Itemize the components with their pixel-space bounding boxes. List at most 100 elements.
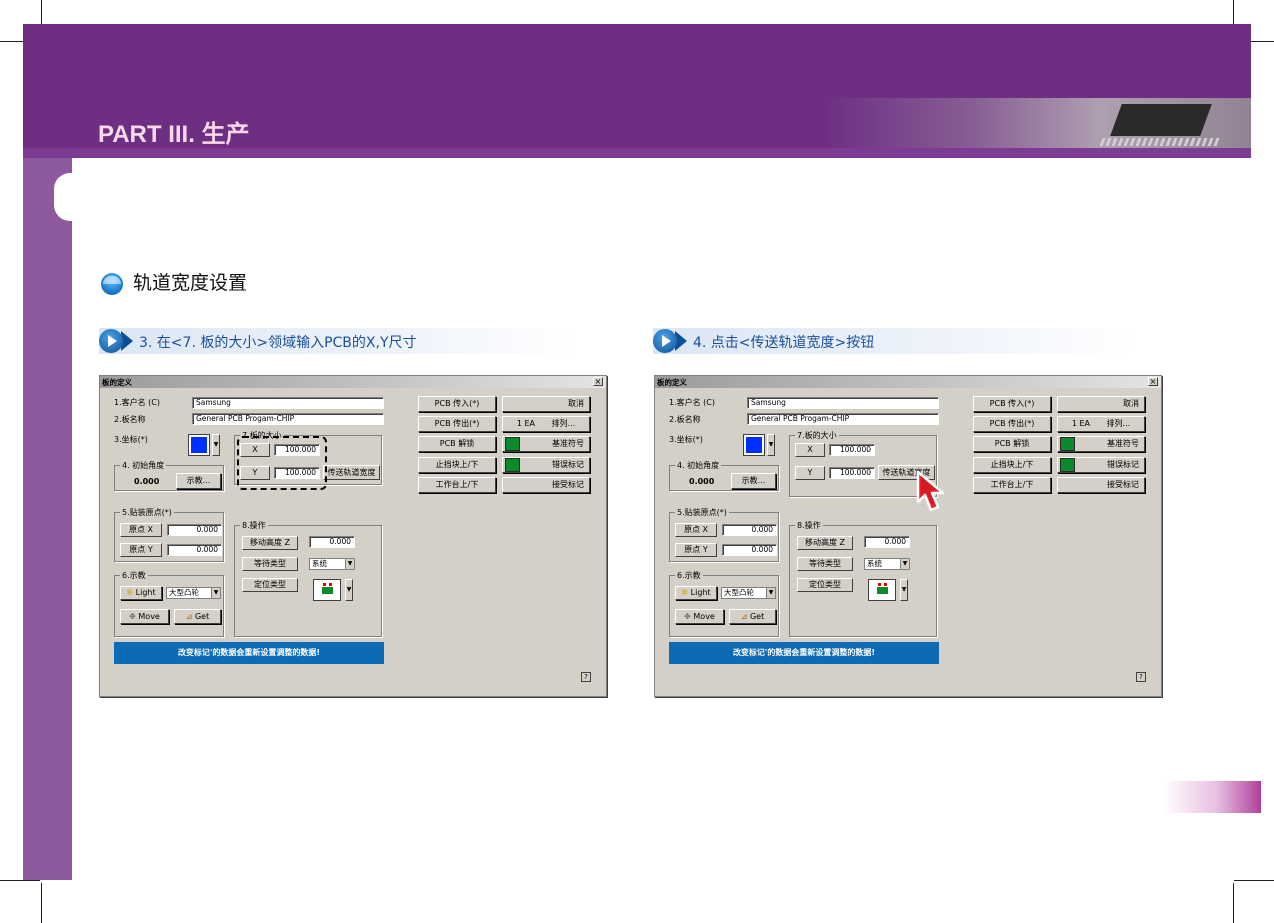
y-button[interactable]: Y [795, 466, 825, 480]
move-height-z-button[interactable]: 移动高度 Z [242, 536, 298, 550]
bad-mark-green-icon [505, 458, 520, 472]
origin-x-field[interactable]: 0.000 [167, 524, 222, 536]
teach-label: 6.示教 [120, 570, 148, 581]
move-height-z-field[interactable]: 0.000 [309, 536, 355, 548]
bad-mark-button[interactable]: 错误标记 [502, 457, 590, 473]
pcb-in-button[interactable]: PCB 传入(*) [418, 396, 496, 412]
locate-dropdown-button[interactable]: ▼ [900, 579, 908, 601]
locate-dropdown-button[interactable]: ▼ [345, 579, 353, 601]
operation-label: 8.操作 [795, 520, 823, 531]
cancel-button[interactable]: 取消 [1057, 396, 1145, 412]
pcb-out-button[interactable]: PCB 传出(*) [973, 416, 1051, 432]
x-button[interactable]: X [795, 443, 825, 457]
crop-mark [1233, 883, 1234, 923]
teach-group: 6.示教 [114, 570, 224, 637]
help-button[interactable]: ? [581, 672, 591, 682]
step-label: 3. 在<7. 板的大小>领域输入PCB的X,Y尺寸 [139, 335, 417, 351]
locate-type-button[interactable]: 定位类型 [242, 578, 298, 592]
customer-label: 1.客户名 (C) [669, 398, 716, 407]
wait-type-select[interactable]: 系统 ▼ [309, 558, 355, 570]
stopper-button[interactable]: 止挡块上/下 [973, 457, 1051, 473]
origin-y-field[interactable]: 0.000 [722, 544, 777, 556]
init-angle-value: 0.000 [134, 477, 160, 486]
stopper-button[interactable]: 止挡块上/下 [418, 457, 496, 473]
locate-type-icon[interactable] [313, 579, 341, 601]
light-type-select[interactable]: 大型凸轮 ▼ [166, 587, 221, 599]
coord-dropdown-button[interactable]: ▼ [212, 434, 220, 456]
pcb-in-button[interactable]: PCB 传入(*) [973, 396, 1051, 412]
locate-type-button[interactable]: 定位类型 [797, 578, 853, 592]
fiducial-btn-label: 基准符号 [552, 439, 584, 448]
teach-angle-button[interactable]: 示教... [731, 473, 776, 489]
pcb-unlock-button[interactable]: PCB 解锁 [973, 436, 1051, 452]
coord-label: 3.坐标(*) [669, 435, 703, 444]
pcb-unlock-button[interactable]: PCB 解锁 [418, 436, 496, 452]
move-height-z-field[interactable]: 0.000 [864, 536, 910, 548]
side-bar [23, 158, 72, 880]
origin-y-button[interactable]: 原点 Y [120, 543, 162, 557]
fiducial-btn-label: 基准符号 [1107, 439, 1139, 448]
array-label: 排列... [551, 419, 576, 428]
get-label: Get [749, 612, 765, 621]
table-button[interactable]: 工作台上/下 [418, 477, 496, 493]
origin-x-button[interactable]: 原点 X [120, 523, 162, 537]
locate-type-icon[interactable] [868, 579, 896, 601]
chart-icon: ⊿ [185, 612, 193, 621]
array-button[interactable]: 1 EA 排列... [502, 416, 590, 432]
close-button[interactable]: × [593, 377, 603, 386]
help-button[interactable]: ? [1136, 672, 1146, 682]
chart-icon: ⊿ [740, 612, 748, 621]
move-button[interactable]: ✥ Move [675, 609, 724, 624]
accept-mark-button[interactable]: 接受标记 [1057, 477, 1145, 493]
light-button[interactable]: ✲ Light [675, 586, 717, 600]
table-button[interactable]: 工作台上/下 [973, 477, 1051, 493]
light-type-value: 大型凸轮 [724, 588, 754, 597]
crop-mark [41, 883, 42, 923]
wait-type-select[interactable]: 系统 ▼ [864, 558, 910, 570]
light-type-select[interactable]: 大型凸轮 ▼ [721, 587, 776, 599]
fiducial-button[interactable]: 基准符号 [1057, 436, 1145, 452]
board-name-field[interactable]: General PCB Progam-CHIP [747, 413, 939, 425]
origin-x-field[interactable]: 0.000 [722, 524, 777, 536]
close-button[interactable]: × [1148, 377, 1158, 386]
light-label: Light [690, 588, 711, 597]
array-count: 1 EA [516, 419, 535, 428]
board-name-field[interactable]: General PCB Progam-CHIP [192, 413, 384, 425]
chevron-down-icon: ▼ [211, 588, 220, 598]
cancel-button[interactable]: 取消 [502, 396, 590, 412]
bad-mark-button[interactable]: 错误标记 [1057, 457, 1145, 473]
light-label: Light [135, 588, 156, 597]
light-button[interactable]: ✲ Light [120, 586, 162, 600]
coordinate-icon[interactable] [188, 434, 210, 456]
move-height-z-button[interactable]: 移动高度 Z [797, 536, 853, 550]
conveyor-width-button[interactable]: 传送轨道宽度 [323, 465, 380, 480]
wait-type-button[interactable]: 等待类型 [242, 557, 298, 571]
coordinate-icon[interactable] [743, 434, 765, 456]
move-label: Move [693, 612, 715, 621]
get-button[interactable]: ⊿ Get [174, 609, 221, 624]
size-x-field[interactable]: 100.000 [829, 444, 875, 456]
array-count: 1 EA [1071, 419, 1090, 428]
customer-field[interactable]: Samsung [747, 397, 939, 409]
wait-type-button[interactable]: 等待类型 [797, 557, 853, 571]
step-banner-4: 4. 点击<传送轨道宽度>按钮 [653, 328, 1133, 354]
get-label: Get [194, 612, 210, 621]
origin-y-field[interactable]: 0.000 [167, 544, 222, 556]
move-button[interactable]: ✥ Move [120, 609, 169, 624]
teach-angle-button[interactable]: 示教... [176, 473, 221, 489]
section-title: 轨道宽度设置 [133, 272, 248, 294]
pcb-out-button[interactable]: PCB 传出(*) [418, 416, 496, 432]
get-button[interactable]: ⊿ Get [729, 609, 776, 624]
fiducial-green-icon [1060, 437, 1075, 451]
accept-mark-button[interactable]: 接受标记 [502, 477, 590, 493]
origin-x-button[interactable]: 原点 X [675, 523, 717, 537]
fiducial-button[interactable]: 基准符号 [502, 436, 590, 452]
coord-dropdown-button[interactable]: ▼ [767, 434, 775, 456]
fiducial-label: 5.贴装原点(*) [675, 507, 729, 518]
dialog-title: 板的定义 [657, 378, 687, 387]
array-button[interactable]: 1 EA 排列... [1057, 416, 1145, 432]
origin-y-button[interactable]: 原点 Y [675, 543, 717, 557]
size-y-field[interactable]: 100.000 [829, 467, 875, 479]
move-label: Move [138, 612, 160, 621]
customer-field[interactable]: Samsung [192, 397, 384, 409]
